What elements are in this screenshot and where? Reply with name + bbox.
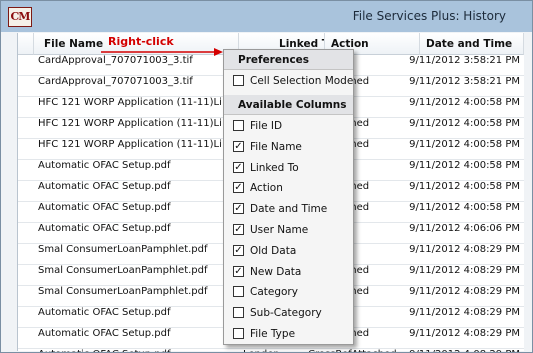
checkbox-icon[interactable] xyxy=(233,75,244,86)
column-header-date-time[interactable]: Date and Time xyxy=(420,33,524,55)
table-cell[interactable]: 9/11/2012 4:08:29 PM xyxy=(404,307,524,328)
checkbox-checked-icon[interactable]: ✓ xyxy=(233,244,244,256)
table-cell[interactable]: 9/11/2012 4:00:58 PM xyxy=(404,139,524,160)
preferences-context-menu: Preferences Cell Selection Mode Availabl… xyxy=(223,49,354,345)
table-cell[interactable]: 9/11/2012 4:00:58 PM xyxy=(404,97,524,118)
table-cell[interactable]: 9/11/2012 4:08:29 PM xyxy=(404,265,524,286)
menu-item-column-option[interactable]: File ID xyxy=(224,116,353,137)
checkbox-checked-icon[interactable]: ✓ xyxy=(233,161,244,173)
checkbox-icon[interactable] xyxy=(233,307,244,319)
table-cell[interactable]: Automatic OFAC Setup.pdf xyxy=(34,349,239,352)
menu-item-column-option[interactable]: Category xyxy=(224,282,353,303)
checkbox-icon[interactable] xyxy=(233,120,244,131)
menu-item-column-option[interactable]: ✓ File Name xyxy=(224,137,353,158)
menu-item-column-option[interactable]: Sub-Category xyxy=(224,303,353,324)
table-cell[interactable]: Automatic OFAC Setup.pdf xyxy=(34,160,239,181)
table-cell[interactable]: Smal ConsumerLoanPamphlet.pdf xyxy=(34,265,239,286)
table-cell[interactable]: Automatic OFAC Setup.pdf xyxy=(34,223,239,244)
table-row[interactable]: Automatic OFAC Setup.pdfLenderCrossRefAt… xyxy=(18,349,524,352)
table-cell[interactable]: Automatic OFAC Setup.pdf xyxy=(34,328,239,349)
table-cell[interactable]: Automatic OFAC Setup.pdf xyxy=(34,307,239,328)
window-title: File Services Plus: History xyxy=(352,9,506,23)
menu-section-available-columns: Available Columns xyxy=(224,95,353,115)
table-cell[interactable]: HFC 121 WORP Application (11-11)Li xyxy=(34,97,239,118)
annotation-arrow-icon xyxy=(101,48,223,56)
table-cell[interactable]: 9/11/2012 4:00:58 PM xyxy=(404,160,524,181)
table-cell[interactable]: 9/11/2012 3:58:21 PM xyxy=(404,55,524,76)
table-cell[interactable]: CrossRefAttached xyxy=(304,349,404,352)
checkbox-checked-icon[interactable]: ✓ xyxy=(233,182,244,194)
row-selector-header[interactable] xyxy=(18,33,34,55)
table-cell[interactable]: HFC 121 WORP Application (11-11)Li xyxy=(34,118,239,139)
table-cell[interactable]: 9/11/2012 4:00:58 PM xyxy=(404,118,524,139)
checkbox-icon[interactable] xyxy=(233,286,244,298)
checkbox-checked-icon[interactable]: ✓ xyxy=(233,140,244,152)
table-cell[interactable]: 9/11/2012 4:08:29 PM xyxy=(404,286,524,307)
menu-item-column-option[interactable]: ✓ Action xyxy=(224,178,353,199)
table-cell[interactable]: Lender xyxy=(239,349,304,352)
table-cell[interactable]: 9/11/2012 4:08:29 PM xyxy=(404,349,524,352)
menu-item-column-option[interactable]: File Type xyxy=(224,324,353,345)
table-cell[interactable]: Automatic OFAC Setup.pdf xyxy=(34,181,239,202)
checkbox-icon[interactable] xyxy=(233,328,244,339)
checkbox-checked-icon[interactable]: ✓ xyxy=(233,265,244,277)
table-cell[interactable]: Smal ConsumerLoanPamphlet.pdf xyxy=(34,286,239,307)
table-cell[interactable]: CardApproval_707071003_3.tif xyxy=(34,55,239,76)
history-window: CM File Services Plus: History File Name… xyxy=(0,0,533,353)
menu-item-column-option[interactable]: ✓ Old Data xyxy=(224,241,353,262)
checkbox-checked-icon[interactable]: ✓ xyxy=(233,203,244,215)
table-cell[interactable]: Smal ConsumerLoanPamphlet.pdf xyxy=(34,244,239,265)
table-cell[interactable]: HFC 121 WORP Application (11-11)Li xyxy=(34,139,239,160)
menu-item-column-option[interactable]: ✓ Date and Time xyxy=(224,199,353,220)
menu-item-column-option[interactable]: ✓ Linked To xyxy=(224,158,353,179)
menu-item-column-option[interactable]: ✓ User Name xyxy=(224,220,353,241)
checkbox-checked-icon[interactable]: ✓ xyxy=(233,224,244,235)
table-cell[interactable]: CardApproval_707071003_3.tif xyxy=(34,76,239,97)
menu-item-cell-selection-mode[interactable]: Cell Selection Mode xyxy=(224,71,353,92)
table-cell[interactable]: 9/11/2012 4:08:29 PM xyxy=(404,244,524,265)
menu-item-column-option[interactable]: ✓ New Data xyxy=(224,262,353,283)
table-cell[interactable]: 9/11/2012 3:58:21 PM xyxy=(404,76,524,97)
menu-header-preferences: Preferences xyxy=(224,50,353,70)
table-cell[interactable]: 9/11/2012 4:00:58 PM xyxy=(404,181,524,202)
table-cell[interactable]: 9/11/2012 4:00:58 PM xyxy=(404,202,524,223)
table-cell[interactable]: 9/11/2012 4:06:06 PM xyxy=(404,223,524,244)
table-cell[interactable]: 9/11/2012 4:08:29 PM xyxy=(404,328,524,349)
table-cell[interactable]: Automatic OFAC Setup.pdf xyxy=(34,202,239,223)
app-logo-icon: CM xyxy=(8,7,32,27)
title-bar: CM File Services Plus: History xyxy=(1,1,532,32)
